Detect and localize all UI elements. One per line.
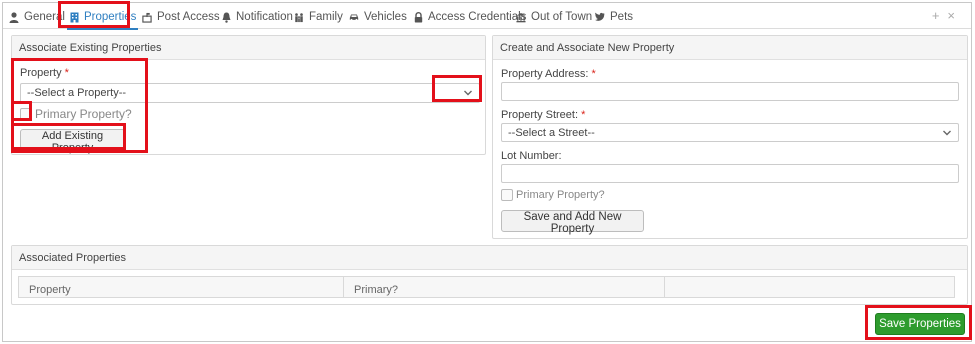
property-street-select[interactable]: --Select a Street-- [501, 123, 959, 142]
close-button[interactable]: × [947, 8, 963, 23]
associate-existing-panel: Associate Existing Properties Property *… [11, 35, 486, 155]
property-street-select-value: --Select a Street-- [508, 127, 595, 139]
create-property-panel: Create and Associate New Property Proper… [492, 35, 968, 239]
tab-bar: General Properties Post Access Notificat… [3, 3, 971, 30]
new-primary-property-label: Primary Property? [516, 189, 605, 201]
property-address-label-text: Property Address: [501, 68, 589, 80]
column-header-property: Property [19, 277, 344, 297]
add-existing-property-button[interactable]: Add Existing Property [20, 129, 125, 154]
bank-icon [516, 12, 526, 23]
active-tab-indicator [67, 28, 139, 30]
window-frame: General Properties Post Access Notificat… [2, 2, 972, 342]
tab-label: Notification [236, 11, 293, 23]
property-street-label: Property Street: * [501, 109, 585, 121]
tab-properties[interactable]: Properties [67, 8, 139, 30]
tab-label: General [24, 11, 65, 23]
building-icon [69, 12, 79, 23]
tab-access-credentials[interactable]: Access Credentials [413, 8, 526, 26]
property-street-label-text: Property Street: [501, 109, 579, 121]
tab-label: Pets [610, 11, 634, 23]
required-mark: * [591, 68, 596, 80]
panel-title: Create and Associate New Property [493, 36, 967, 60]
column-header-primary: Primary? [344, 277, 666, 297]
lot-number-input[interactable] [501, 164, 959, 183]
primary-property-checkbox[interactable] [20, 108, 32, 120]
required-mark: * [64, 67, 69, 79]
property-label-text: Property [20, 67, 62, 79]
panel-title: Associate Existing Properties [12, 36, 485, 60]
save-and-add-new-property-button[interactable]: Save and Add New Property [501, 210, 644, 235]
property-select[interactable]: --Select a Property-- [20, 83, 480, 103]
chevron-down-icon[interactable] [463, 86, 473, 100]
property-select-value: --Select a Property-- [27, 87, 127, 99]
associated-table-header: Property Primary? [18, 276, 666, 298]
tab-label: Properties [84, 11, 137, 23]
tab-label: Post Access [157, 11, 220, 23]
tab-pets[interactable]: Pets [595, 8, 633, 26]
tab-notification[interactable]: Notification [221, 8, 293, 26]
tab-post-access[interactable]: Post Access [142, 8, 220, 26]
tab-family[interactable]: Family [294, 8, 343, 26]
panel-title: Associated Properties [12, 246, 967, 270]
tab-label: Vehicles [364, 11, 407, 23]
property-label: Property * [20, 67, 69, 79]
tab-vehicles[interactable]: Vehicles [349, 8, 407, 26]
new-primary-property-checkbox[interactable] [501, 189, 513, 201]
bell-icon [221, 12, 231, 23]
tab-out-of-town[interactable]: Out of Town [516, 8, 592, 26]
tab-label: Access Credentials [428, 11, 527, 23]
save-properties-button[interactable]: Save Properties [875, 313, 965, 335]
property-address-label: Property Address: * [501, 68, 596, 80]
associated-properties-panel: Associated Properties Property Primary? [11, 245, 968, 305]
required-mark: * [581, 109, 586, 121]
tab-general[interactable]: General [9, 8, 65, 26]
lot-number-label: Lot Number: [501, 150, 562, 162]
column-header-actions [665, 276, 955, 298]
primary-property-label: Primary Property? [35, 107, 132, 121]
person-icon [9, 11, 19, 23]
bird-icon [595, 12, 605, 23]
add-tab-button[interactable]: + [932, 8, 948, 23]
chevron-down-icon[interactable] [942, 126, 952, 140]
tab-label: Out of Town [531, 11, 593, 23]
car-icon [349, 12, 359, 23]
tab-tools: +× [932, 8, 963, 23]
tab-label: Family [309, 11, 343, 23]
property-address-input[interactable] [501, 82, 959, 101]
post-icon [142, 12, 152, 23]
family-icon [294, 12, 304, 23]
lock-icon [413, 11, 423, 23]
